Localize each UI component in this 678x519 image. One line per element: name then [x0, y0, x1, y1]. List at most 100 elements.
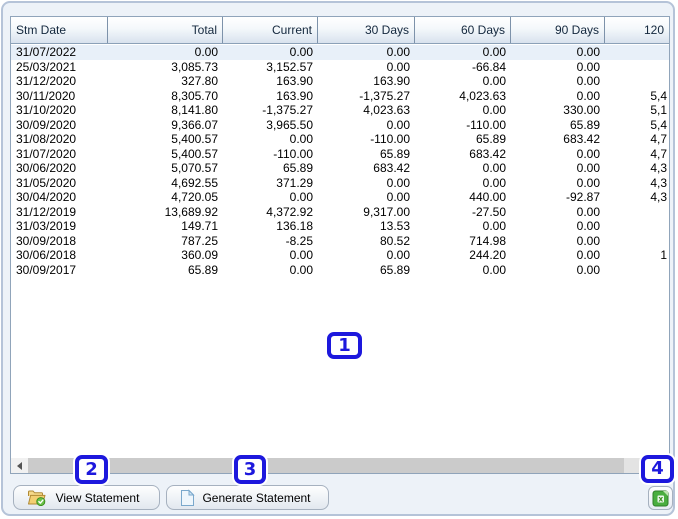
table-cell: 0.00: [386, 45, 410, 59]
table-cell: 4,3: [650, 190, 667, 204]
table-cell: 30/04/2020: [16, 190, 77, 204]
annotation-badge-2: 2: [75, 455, 108, 484]
table-cell: 4,372.92: [266, 204, 313, 219]
table-cell: -1,375.27: [262, 103, 313, 117]
table-cell: 80.52: [379, 233, 410, 248]
table-cell: 787.25: [181, 233, 218, 248]
table-cell: 163.90: [373, 74, 410, 88]
table-body: 31/07/2022 0.00 0.00 0.00 0.00 0.00 25/03/2021…: [11, 44, 669, 277]
table-cell: 330.00: [563, 103, 600, 117]
table-row[interactable]: 30/09/2017 65.89 0.00 65.89 0.00 0.00: [11, 262, 669, 278]
table-cell: 0.00: [576, 161, 600, 175]
table-cell: 0.00: [576, 219, 600, 233]
column-header-120-days[interactable]: 120: [605, 17, 669, 43]
table-cell: 360.09: [181, 248, 218, 262]
table-cell: 5,400.57: [171, 146, 218, 161]
table-cell: 683.42: [373, 161, 410, 175]
table-cell: [605, 219, 669, 234]
table-cell: 31/12/2019: [16, 204, 77, 219]
table-cell: 4,720.05: [171, 190, 218, 204]
table-row[interactable]: 31/05/2020 4,692.55 371.29 0.00 0.00 0.00 4,3: [11, 175, 669, 190]
table-cell: 31/07/2020: [16, 146, 77, 161]
table-cell: 0.00: [289, 248, 313, 262]
scroll-left-button[interactable]: [11, 458, 28, 473]
table-cell: -27.50: [471, 204, 506, 219]
table-cell: 371.29: [276, 175, 313, 190]
table-cell: -1,375.27: [359, 88, 410, 103]
table-cell: [605, 205, 669, 220]
table-cell: 163.90: [276, 74, 313, 88]
view-statement-label: View Statement: [55, 490, 140, 505]
table-row[interactable]: 30/04/2020 4,720.05 0.00 0.00 440.00 -92.87 4,…: [11, 190, 669, 205]
table-cell: 65.89: [569, 117, 600, 132]
table-cell: 714.98: [469, 233, 506, 248]
table-cell: 0.00: [576, 45, 600, 59]
table-row[interactable]: 31/07/2022 0.00 0.00 0.00 0.00 0.00: [11, 45, 669, 60]
table-cell: 65.89: [379, 146, 410, 161]
table-cell: 0.00: [289, 190, 313, 204]
table-cell: 683.42: [563, 132, 600, 146]
table-row[interactable]: 25/03/2021 3,085.73 3,152.57 0.00 -66.84 0.00: [11, 59, 669, 74]
table-cell: 136.18: [276, 219, 313, 233]
table-cell: 65.89: [187, 262, 218, 277]
table-cell: 9,317.00: [363, 204, 410, 219]
table-row[interactable]: 31/08/2020 5,400.57 0.00 -110.00 65.89 683.42…: [11, 132, 669, 147]
table-row[interactable]: 30/09/2020 9,366.07 3,965.50 0.00 -110.00 65.…: [11, 117, 669, 132]
table-cell: 4,7: [650, 132, 667, 146]
table-cell: 163.90: [276, 88, 313, 103]
table-header-row: Stm Date Total Current 30 Days 60 Days 9…: [11, 17, 669, 44]
table-cell: 4,023.63: [363, 103, 410, 117]
table-cell: 0.00: [576, 262, 600, 277]
view-statement-button[interactable]: View Statement: [13, 485, 160, 510]
table-cell: 0.00: [576, 74, 600, 88]
table-cell: [605, 234, 669, 249]
table-cell: 25/03/2021: [16, 59, 77, 74]
column-header-60-days[interactable]: 60 Days: [415, 17, 511, 43]
table-row[interactable]: 31/12/2020 327.80 163.90 163.90 0.00 0.00: [11, 74, 669, 89]
table-cell: 0.00: [289, 45, 313, 59]
generate-statement-button[interactable]: Generate Statement: [166, 485, 329, 510]
generate-statement-label: Generate Statement: [202, 490, 311, 505]
table-row[interactable]: 30/06/2018 360.09 0.00 0.00 244.20 0.00 1: [11, 248, 669, 263]
table-cell: 65.89: [379, 262, 410, 277]
table-cell: 30/06/2018: [16, 248, 77, 262]
document-icon: [180, 488, 195, 507]
table-cell: 31/10/2020: [16, 103, 77, 117]
column-header-stm-date[interactable]: Stm Date: [11, 17, 108, 43]
table-row[interactable]: 31/10/2020 8,141.80 -1,375.27 4,023.63 0.00 3…: [11, 103, 669, 118]
table-cell: 30/09/2020: [16, 117, 77, 132]
table-cell: 0.00: [576, 59, 600, 74]
table-cell: 30/09/2017: [16, 262, 77, 277]
table-row[interactable]: 30/09/2018 787.25 -8.25 80.52 714.98 0.00: [11, 233, 669, 249]
table-cell: -92.87: [565, 190, 600, 204]
table-row[interactable]: 31/12/2019 13,689.92 4,372.92 9,317.00 -27.5…: [11, 204, 669, 220]
column-header-total[interactable]: Total: [108, 17, 223, 43]
table-row[interactable]: 30/11/2020 8,305.70 163.90 -1,375.27 4,023.6…: [11, 88, 669, 103]
column-header-90-days[interactable]: 90 Days: [511, 17, 605, 43]
table-cell: [605, 45, 669, 60]
table-cell: [605, 74, 669, 89]
table-cell: 0.00: [482, 175, 506, 190]
table-cell: 4,692.55: [171, 175, 218, 190]
table-cell: 0.00: [194, 45, 218, 59]
table-cell: [605, 263, 669, 278]
column-header-30-days[interactable]: 30 Days: [318, 17, 415, 43]
table-row[interactable]: 31/07/2020 5,400.57 -110.00 65.89 683.42 0.00…: [11, 146, 669, 161]
table-cell: 13.53: [379, 219, 410, 233]
table-cell: 9,366.07: [171, 117, 218, 132]
table-cell: 0.00: [576, 88, 600, 103]
horizontal-scrollbar[interactable]: [11, 458, 669, 473]
table-cell: 30/06/2020: [16, 161, 77, 175]
excel-export-icon: x: [652, 490, 669, 507]
column-header-current[interactable]: Current: [223, 17, 318, 43]
export-to-excel-button[interactable]: x: [648, 486, 673, 510]
open-folder-check-icon: [27, 489, 46, 506]
table-cell: 0.00: [576, 204, 600, 219]
table-cell: 0.00: [576, 248, 600, 262]
table-row[interactable]: 30/06/2020 5,070.57 65.89 683.42 0.00 0.00 4,3: [11, 161, 669, 176]
scrollbar-thumb[interactable]: [28, 458, 624, 473]
table-cell: 0.00: [386, 117, 410, 132]
table-cell: 0.00: [289, 132, 313, 146]
table-row[interactable]: 31/03/2019 149.71 136.18 13.53 0.00 0.00: [11, 219, 669, 234]
table-cell: 0.00: [386, 175, 410, 190]
